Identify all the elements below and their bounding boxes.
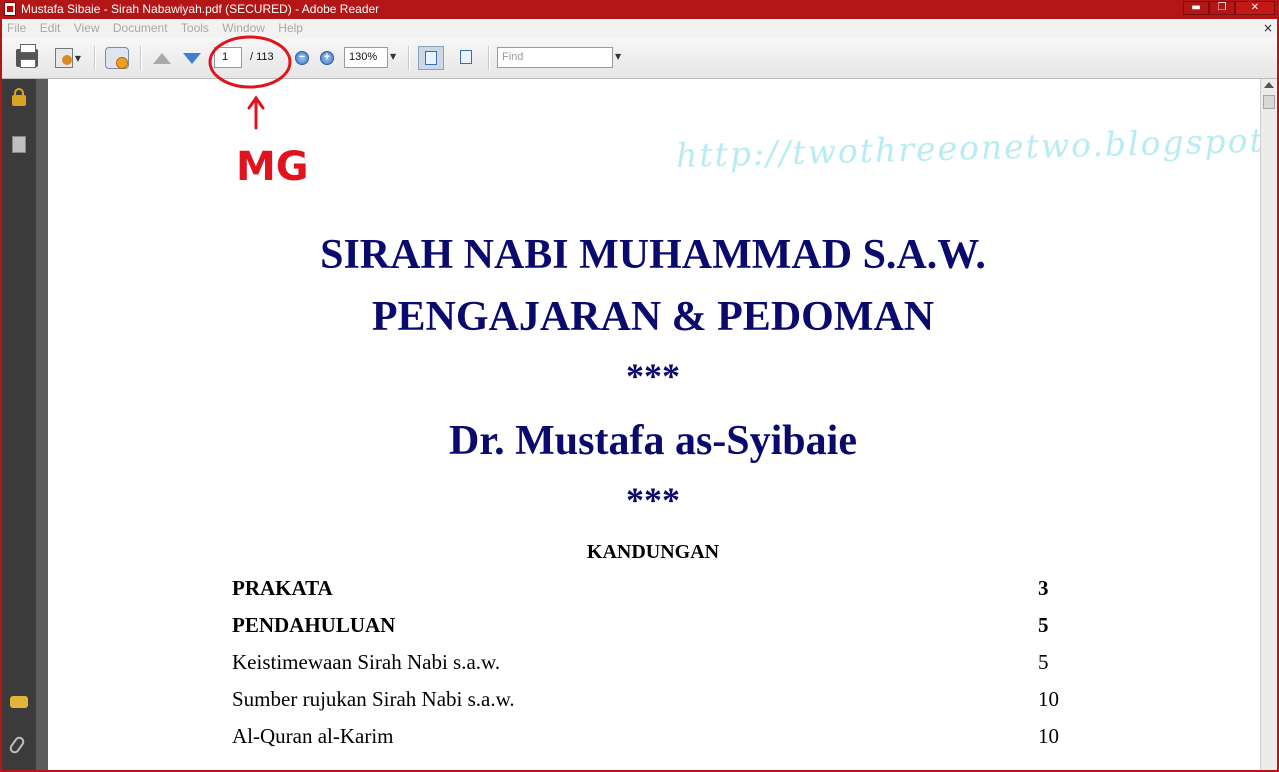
menu-file[interactable]: File <box>2 19 31 38</box>
attachment-icon[interactable] <box>7 734 27 756</box>
menu-document[interactable]: Document <box>108 19 173 38</box>
comment-icon[interactable] <box>10 696 28 708</box>
window-controls: ▬ ❐ ✕ <box>1183 1 1275 15</box>
app-window: Mustafa Sibaie - Sirah Nabawiyah.pdf (SE… <box>0 0 1279 772</box>
toc-row: Keistimewaan Sirah Nabi s.a.w. 5 <box>232 650 1092 680</box>
menu-tools[interactable]: Tools <box>176 19 214 38</box>
document-gutter <box>36 79 48 770</box>
scroll-thumb[interactable] <box>1263 95 1275 109</box>
toc-page: 10 <box>1038 724 1059 748</box>
toolbar-divider <box>488 46 490 70</box>
document-page[interactable]: http://twothreeonetwo.blogspot.com/ SIRA… <box>48 79 1260 770</box>
minimize-button[interactable]: ▬ <box>1183 1 1209 15</box>
toc-heading: KANDUNGAN <box>586 541 720 563</box>
pages-icon[interactable] <box>9 133 26 153</box>
toc-label: PRAKATA <box>232 576 333 600</box>
fit-width-icon <box>425 51 437 65</box>
zoom-level-input[interactable]: 130% <box>344 47 388 68</box>
collaborate-button[interactable] <box>102 46 132 70</box>
find-dropdown-icon[interactable]: ▼ <box>615 52 621 61</box>
page-total: / 113 <box>250 51 274 63</box>
document-tools-icon <box>54 48 73 68</box>
navigation-panel <box>2 79 36 770</box>
fit-width-button[interactable] <box>418 46 444 70</box>
toc-label: Al-Quran al-Karim <box>232 724 394 748</box>
previous-page-button[interactable] <box>150 46 174 70</box>
menu-edit[interactable]: Edit <box>35 19 66 38</box>
toc-row: PRAKATA 3 <box>232 576 1092 606</box>
toc-label: PENDAHULUAN <box>232 613 396 637</box>
toc-page: 10 <box>1038 687 1059 711</box>
menu-help[interactable]: Help <box>273 19 308 38</box>
adobe-reader-icon <box>4 2 16 16</box>
toolbar: ▼ <box>2 38 1277 79</box>
separator-stars: *** <box>626 480 680 520</box>
toc-row: Sumber rujukan Sirah Nabi s.a.w. 10 <box>232 687 1092 717</box>
toc-page: 5 <box>1038 613 1049 637</box>
print-icon <box>16 44 38 68</box>
title-bar[interactable]: Mustafa Sibaie - Sirah Nabawiyah.pdf (SE… <box>0 0 1279 18</box>
toc-row: PENDAHULUAN 5 <box>232 613 1092 643</box>
toolbar-divider <box>140 46 142 70</box>
separator-stars: *** <box>626 356 680 396</box>
menu-bar: File Edit View Document Tools Window Hel… <box>2 19 1277 38</box>
fit-page-icon <box>460 50 472 64</box>
window-title: Mustafa Sibaie - Sirah Nabawiyah.pdf (SE… <box>21 2 380 16</box>
zoom-out-icon[interactable]: − <box>295 51 309 65</box>
next-page-button[interactable] <box>180 46 204 70</box>
close-document-icon[interactable]: × <box>1263 19 1273 38</box>
lock-icon[interactable] <box>12 88 26 106</box>
scroll-up-icon[interactable] <box>1264 82 1274 88</box>
zoom-in-icon[interactable]: + <box>320 51 334 65</box>
toolbar-divider <box>408 46 410 70</box>
watermark-text: http://twothreeonetwo.blogspot.com/ <box>675 117 1260 176</box>
document-title-line2: PENGAJARAN & PEDOMAN <box>371 294 935 340</box>
toc-page: 3 <box>1038 576 1049 600</box>
restore-button[interactable]: ❐ <box>1209 1 1235 15</box>
page-number-input[interactable]: 1 <box>214 47 242 68</box>
document-tools-button[interactable]: ▼ <box>50 46 86 70</box>
toc-page: 5 <box>1038 650 1049 674</box>
toc-label: Keistimewaan Sirah Nabi s.a.w. <box>232 650 501 674</box>
menu-view[interactable]: View <box>69 19 105 38</box>
close-button[interactable]: ✕ <box>1235 1 1275 15</box>
zoom-dropdown-icon[interactable]: ▼ <box>390 52 396 61</box>
fit-page-button[interactable] <box>454 46 480 70</box>
chevron-down-icon: ▼ <box>74 53 82 63</box>
print-button[interactable] <box>14 44 40 70</box>
menu-window[interactable]: Window <box>217 19 270 38</box>
collaborate-icon <box>105 47 129 69</box>
toolbar-divider <box>94 46 96 70</box>
toc-row: Al-Quran al-Karim 10 <box>232 724 1092 754</box>
previous-page-icon <box>153 52 171 64</box>
vertical-scrollbar[interactable] <box>1260 79 1277 770</box>
toc-label: Sumber rujukan Sirah Nabi s.a.w. <box>232 687 515 711</box>
next-page-icon <box>183 52 201 64</box>
document-author: Dr. Mustafa as-Syibaie <box>449 418 857 464</box>
find-input[interactable]: Find <box>497 47 613 68</box>
document-title-line1: SIRAH NABI MUHAMMAD S.A.W. <box>320 232 986 278</box>
